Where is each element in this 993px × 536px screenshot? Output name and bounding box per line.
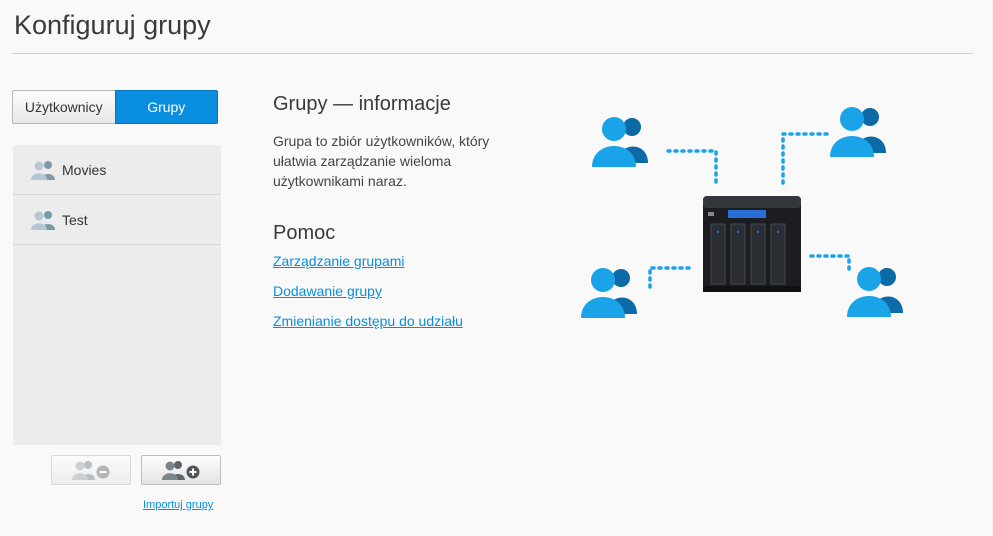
- nas-device-icon: [703, 196, 801, 292]
- tab-groups[interactable]: Grupy: [114, 90, 218, 124]
- groups-illustration: [581, 107, 903, 318]
- list-item[interactable]: Movies: [13, 145, 221, 195]
- group-icon: [31, 210, 55, 230]
- group-name: Movies: [62, 161, 107, 178]
- help-link-add-group[interactable]: Dodawanie grupy: [273, 283, 382, 299]
- user-group-icon: [592, 117, 648, 167]
- group-name: Test: [62, 211, 88, 228]
- user-group-icon: [830, 107, 886, 157]
- help-title: Pomoc: [273, 222, 336, 244]
- info-title: Grupy — informacje: [273, 93, 451, 115]
- import-groups-link[interactable]: Importuj grupy: [143, 499, 213, 511]
- user-group-tabs: Użytkownicy Grupy: [12, 90, 218, 124]
- remove-group-button[interactable]: [51, 455, 131, 485]
- title-divider: [12, 53, 973, 54]
- group-icon: [31, 160, 55, 180]
- user-group-icon: [581, 268, 637, 318]
- help-link-share-access[interactable]: Zmienianie dostępu do udziału: [273, 313, 463, 329]
- help-link-manage-groups[interactable]: Zarządzanie grupami: [273, 253, 405, 269]
- group-add-icon: [162, 461, 200, 480]
- group-list: Movies Test: [13, 145, 221, 445]
- list-item[interactable]: Test: [13, 195, 221, 245]
- info-description: Grupa to zbiór użytkowników, który ułatw…: [273, 133, 490, 189]
- user-group-icon: [847, 267, 903, 317]
- tab-users[interactable]: Użytkownicy: [12, 90, 115, 124]
- page-title: Konfiguruj grupy: [14, 10, 211, 40]
- add-group-button[interactable]: [141, 455, 221, 485]
- group-remove-icon: [72, 461, 110, 480]
